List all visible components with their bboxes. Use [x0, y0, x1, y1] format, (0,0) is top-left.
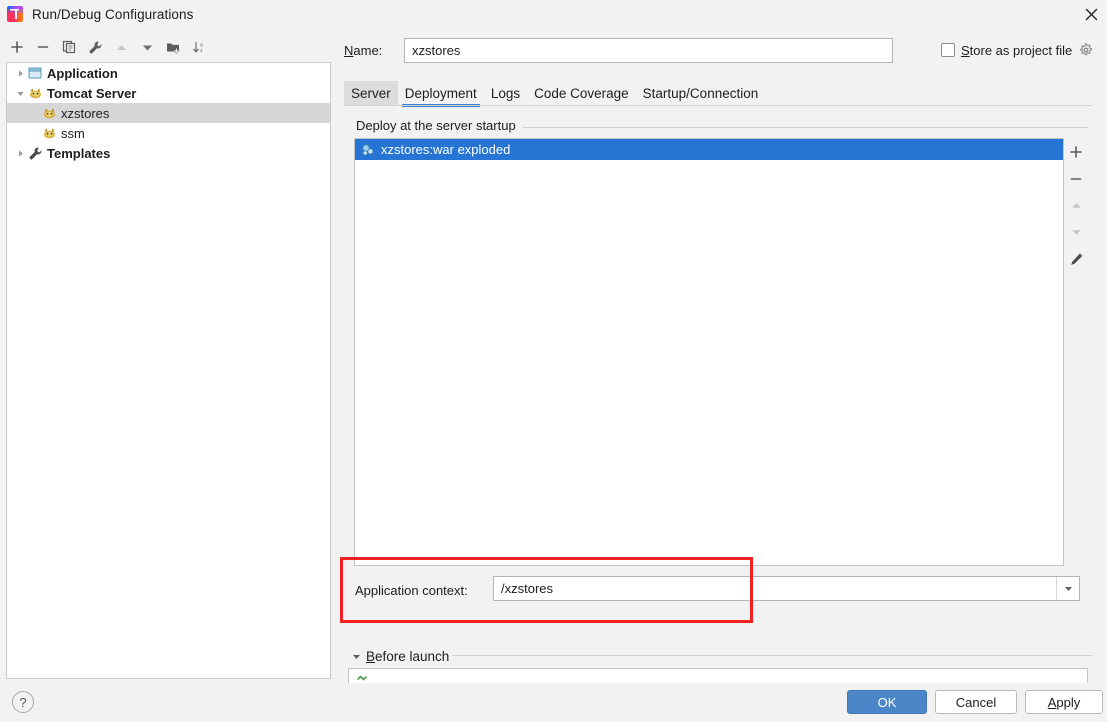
- move-artifact-up-button[interactable]: [1064, 192, 1088, 219]
- tab-startup-connection[interactable]: Startup/Connection: [636, 81, 766, 105]
- tab-server[interactable]: Server: [344, 81, 398, 105]
- cancel-button[interactable]: Cancel: [935, 690, 1017, 714]
- tree-item-label: Tomcat Server: [47, 85, 137, 101]
- application-context-input[interactable]: [494, 577, 1056, 600]
- tab-label: Logs: [490, 85, 521, 101]
- before-launch-separator-line: [452, 655, 1092, 656]
- configurations-toolbar: a z: [0, 34, 336, 60]
- store-as-project-file-row[interactable]: Store as project file: [941, 42, 1094, 58]
- chevron-down-icon[interactable]: [13, 86, 27, 100]
- run-debug-configurations-dialog: Run/Debug Configurations a z Application…: [0, 0, 1107, 722]
- help-button[interactable]: ?: [12, 691, 34, 713]
- tab-deployment[interactable]: Deployment: [398, 81, 484, 107]
- name-label: Name:: [344, 43, 382, 58]
- move-into-folder-button[interactable]: [160, 35, 186, 59]
- group-separator-line: [523, 127, 1088, 128]
- close-icon[interactable]: [1075, 0, 1107, 28]
- tree-item-label: Templates: [47, 145, 111, 161]
- before-launch-section-header[interactable]: Before launch: [348, 646, 1088, 666]
- store-label-rest: tore as project file: [969, 42, 1073, 58]
- edit-artifact-button[interactable]: [1064, 246, 1088, 273]
- remove-artifact-button[interactable]: [1064, 165, 1088, 192]
- add-configuration-button[interactable]: [4, 35, 30, 59]
- tree-item-label: Application: [47, 65, 118, 81]
- application-context-row: Application context:: [348, 570, 1088, 601]
- application-context-label: Application context:: [355, 583, 468, 598]
- window-title: Run/Debug Configurations: [32, 6, 194, 22]
- tree-item-application[interactable]: Application: [7, 63, 330, 83]
- ok-button[interactable]: OK: [847, 690, 927, 714]
- intellij-idea-logo-icon: [7, 6, 23, 22]
- application-icon: [27, 65, 43, 81]
- triangle-down-icon[interactable]: [348, 648, 364, 664]
- deployment-list-item[interactable]: xzstores:war exploded: [355, 139, 1063, 160]
- deploy-at-server-startup-group: Deploy at the server startup xzstores:wa…: [348, 118, 1088, 566]
- tabs-separator: [344, 105, 1092, 106]
- add-artifact-button[interactable]: [1064, 138, 1088, 165]
- store-as-project-file-checkbox[interactable]: [941, 43, 955, 57]
- tree-item-xzstores[interactable]: xzstores: [7, 103, 330, 123]
- edit-templates-button[interactable]: [82, 35, 108, 59]
- before-launch-mnemonic: B: [366, 648, 376, 664]
- tomcat-icon: [41, 125, 57, 141]
- copy-configuration-button[interactable]: [56, 35, 82, 59]
- artifact-icon: [360, 142, 376, 158]
- deployment-side-toolbar: [1064, 138, 1088, 566]
- sort-configurations-button[interactable]: a z: [186, 35, 212, 59]
- deploy-group-title: Deploy at the server startup: [354, 118, 521, 133]
- tab-label: Server: [351, 85, 391, 101]
- apply-label-rest: pply: [1056, 694, 1081, 710]
- config-tabs[interactable]: Server Deployment Logs Code Coverage Sta…: [344, 79, 1092, 107]
- deployment-item-label: xzstores:war exploded: [381, 142, 511, 157]
- tomcat-icon: [41, 105, 57, 121]
- deployment-artifacts-list[interactable]: xzstores:war exploded: [354, 138, 1064, 566]
- name-label-rest: ame:: [353, 43, 383, 58]
- configurations-tree[interactable]: Application Tomcat Server xzstores ssm T…: [6, 62, 331, 679]
- before-launch-label-rest: efore launch: [375, 648, 450, 664]
- gear-icon[interactable]: [1078, 42, 1094, 58]
- move-artifact-down-button[interactable]: [1064, 219, 1088, 246]
- tab-label: Code Coverage: [534, 85, 629, 101]
- move-down-button[interactable]: [134, 35, 160, 59]
- before-launch-label: Before launch: [366, 649, 449, 664]
- tree-item-label: xzstores: [61, 105, 110, 121]
- move-up-button[interactable]: [108, 35, 134, 59]
- tree-item-ssm[interactable]: ssm: [7, 123, 330, 143]
- application-context-combobox[interactable]: [493, 576, 1080, 601]
- remove-configuration-button[interactable]: [30, 35, 56, 59]
- wrench-icon: [27, 145, 43, 161]
- tab-logs[interactable]: Logs: [484, 81, 527, 105]
- tab-label: Startup/Connection: [642, 85, 759, 101]
- name-label-mnemonic: N: [344, 43, 354, 58]
- tab-label: Deployment: [404, 85, 477, 101]
- store-as-project-file-label: Store as project file: [961, 43, 1072, 58]
- store-label-mnemonic: S: [961, 42, 970, 58]
- apply-button[interactable]: Apply: [1025, 690, 1103, 714]
- tomcat-icon: [27, 85, 43, 101]
- dialog-footer: ? OK Cancel Apply: [0, 683, 1107, 722]
- chevron-down-icon[interactable]: [1056, 577, 1079, 600]
- tab-code-coverage[interactable]: Code Coverage: [527, 81, 636, 105]
- chevron-right-icon[interactable]: [13, 146, 27, 160]
- tree-item-label: ssm: [61, 125, 85, 141]
- name-input[interactable]: [404, 38, 893, 63]
- title-bar: Run/Debug Configurations: [0, 0, 1107, 28]
- chevron-right-icon[interactable]: [13, 66, 27, 80]
- svg-text:z: z: [200, 48, 203, 54]
- tree-item-tomcat-server[interactable]: Tomcat Server: [7, 83, 330, 103]
- apply-mnemonic: A: [1047, 694, 1057, 710]
- tree-item-templates[interactable]: Templates: [7, 143, 330, 163]
